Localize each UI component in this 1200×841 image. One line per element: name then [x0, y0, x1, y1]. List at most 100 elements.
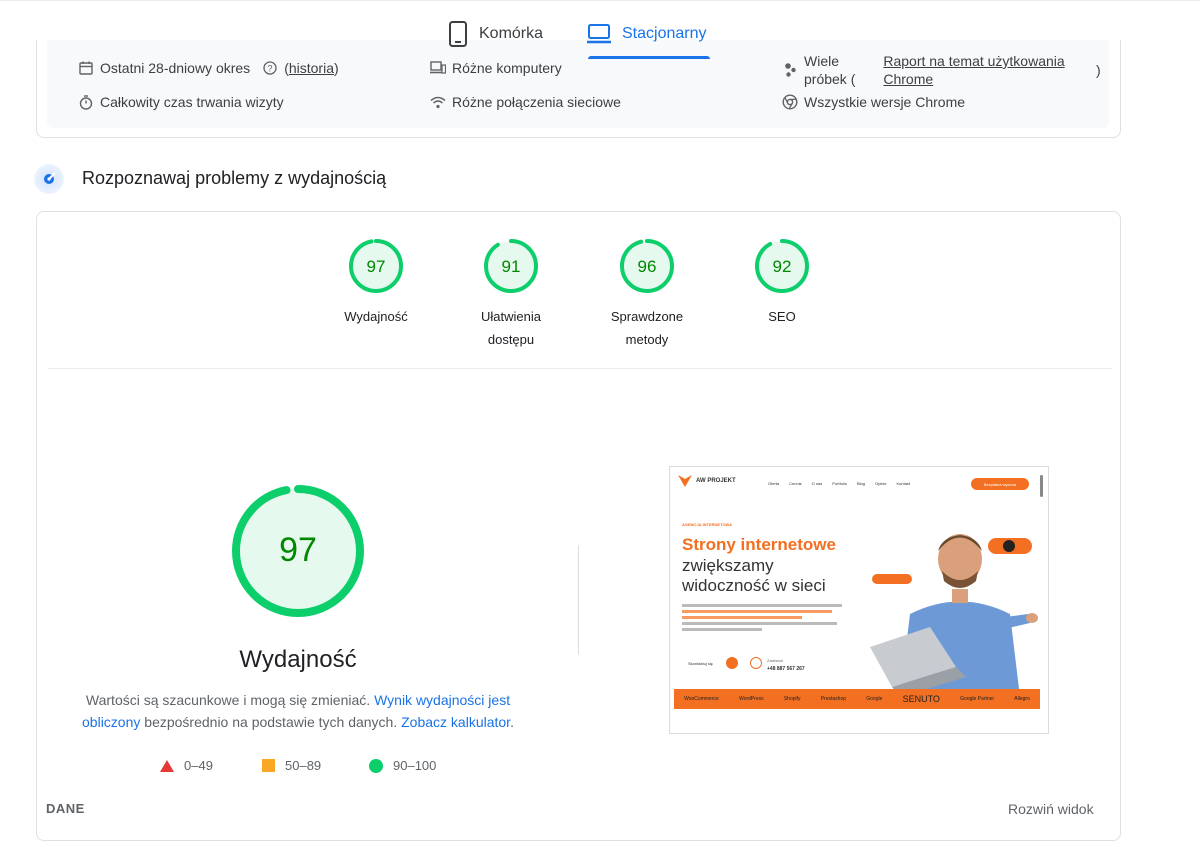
green-circle-icon [369, 758, 383, 773]
main-score-value: 97 [279, 531, 317, 569]
performance-main-gauge: 97 [232, 485, 364, 617]
red-triangle-icon [160, 759, 174, 772]
crux-link-line1[interactable]: Raport na temat użytkowania [883, 52, 1064, 70]
score-label: SEO [722, 305, 842, 328]
screenshot-nav-item: Cennik [789, 481, 802, 486]
period-text: Ostatni 28-dniowy okres [100, 60, 251, 76]
wifi-icon [430, 94, 446, 110]
screenshot-logo: AW PROJEKT [678, 475, 736, 487]
screenshot-cta: Bezpłatna wycena [971, 478, 1029, 490]
score-label-line2: metody [625, 332, 669, 347]
legend-fail-range: 0–49 [184, 758, 213, 773]
section-title: Rozpoznawaj problemy z wydajnością [82, 168, 387, 188]
tab-mobile-label: Komórka [479, 25, 544, 42]
vertical-divider [578, 545, 579, 655]
screenshot-headline: Strony internetowe [682, 535, 836, 554]
score-gauge-1[interactable]: 91 [483, 238, 539, 294]
laptop-icon [587, 24, 611, 44]
calendar-icon [78, 60, 94, 76]
score-value: 96 [638, 257, 657, 276]
score-label-line1: SEO [768, 309, 796, 324]
legend-pass: 90–100 [369, 758, 436, 773]
desc-text-2: bezpośrednio na podstawie tych danych. [144, 714, 398, 730]
active-tab-indicator [588, 56, 710, 59]
score-label: Wydajność [316, 305, 436, 328]
samples-suffix: ) [1096, 62, 1101, 78]
crux-report-link[interactable]: Raport na temat użytkowania Chrome [883, 52, 1064, 88]
devices-icon [430, 60, 446, 76]
screenshot-partner-logo: Google [866, 696, 883, 702]
screenshot-partner-logo: Prestashop [820, 696, 847, 702]
screenshot-partner-logo: WordPress [738, 696, 764, 702]
score-label-line1: Ułatwienia [481, 309, 541, 324]
help-icon[interactable]: ? [262, 60, 278, 76]
samples-info: Wiele próbek ( Raport na temat użytkowan… [782, 52, 1065, 88]
expand-view-button[interactable]: Rozwiń widok [1008, 801, 1094, 817]
score-gauge-0[interactable]: 97 [348, 238, 404, 294]
score-label: Sprawdzone metody [587, 305, 707, 351]
score-gauge-3[interactable]: 92 [754, 238, 810, 294]
score-label-line1: Wydajność [344, 309, 408, 324]
desc-text-1: Wartości są szacunkowe i mogą się zmieni… [85, 692, 371, 708]
screenshot-sub1: zwiększamy [682, 556, 774, 575]
screenshot-partner-logo: Allegro [1014, 696, 1030, 702]
calculator-link[interactable]: Zobacz kalkulator [401, 714, 510, 730]
desc-text-3: . [510, 714, 514, 730]
duration-text: Całkowity czas trwania wizyty [100, 94, 284, 110]
screenshot-partner-logo: SENUTO [902, 694, 940, 704]
score-value: 92 [773, 257, 792, 276]
samples-prefix-2: próbek ( [804, 71, 856, 87]
mobile-phone-icon [449, 21, 467, 47]
lab-data-icon [34, 164, 64, 194]
period-info: Ostatni 28-dniowy okres ? (historia) [78, 60, 339, 76]
screenshot-nav-item: Portfolio [832, 481, 847, 486]
screenshot-phone-icon [750, 657, 762, 669]
final-screenshot[interactable]: AW PROJEKT Oferta Cennik O nas Portfolio Blo… [669, 466, 1049, 734]
tab-desktop-label: Stacjonarny [622, 25, 707, 42]
chrome-versions-text: Wszystkie wersje Chrome [804, 94, 966, 110]
crux-link-line2[interactable]: Chrome [883, 70, 1064, 88]
screenshot-partner-logo: Shopify [783, 696, 801, 702]
screenshot-sub2: widoczność w sieci [682, 576, 826, 595]
data-heading: DANE [46, 801, 85, 816]
score-label-line1: Sprawdzone [610, 309, 684, 324]
score-value: 91 [502, 257, 521, 276]
svg-text:?: ? [268, 64, 273, 74]
legend-pass-range: 90–100 [393, 758, 437, 773]
screenshot-scrollbar [1040, 475, 1043, 497]
network-info: Różne połączenia sieciowe [430, 94, 621, 110]
screenshot-nav: Oferta Cennik O nas Portfolio Blog Opinie Kont… [768, 481, 910, 486]
screenshot-partner-logo: WooCommerce [684, 696, 719, 702]
tab-desktop[interactable]: Stacjonarny [586, 14, 707, 54]
divider [48, 368, 1112, 369]
screenshot-nav-item: O nas [811, 481, 823, 486]
score-gauge-2[interactable]: 96 [619, 238, 675, 294]
score-value: 97 [367, 257, 386, 276]
devices-info: Różne komputery [430, 60, 562, 76]
network-text: Różne połączenia sieciowe [452, 94, 621, 110]
score-label: Ułatwienia dostępu [451, 305, 571, 351]
score-label-line2: dostępu [487, 332, 535, 347]
screenshot-nav-item: Opinie [874, 481, 887, 486]
screenshot-nav-item: Blog [856, 481, 865, 486]
chrome-versions-info: Wszystkie wersje Chrome [782, 94, 965, 110]
samples-icon [782, 62, 798, 78]
score-description: Wartości są szacunkowe i mogą się zmieni… [76, 689, 520, 733]
screenshot-arrow-button [726, 657, 738, 669]
legend-fail: 0–49 [160, 758, 213, 773]
history-link[interactable]: historia [289, 60, 334, 76]
screenshot-partners-bar: WooCommerce WordPress Shopify Prestashop Goo… [674, 689, 1040, 709]
screenshot-kicker: AGENCJA INTERNETOWA [682, 522, 733, 527]
stopwatch-icon [78, 94, 94, 110]
screenshot-hero-person [870, 534, 1038, 697]
devices-text: Różne komputery [452, 60, 562, 76]
screenshot-brand: AW PROJEKT [696, 478, 736, 484]
legend-average-range: 50–89 [285, 758, 322, 773]
legend-average: 50–89 [262, 758, 321, 773]
screenshot-nav-item: Oferta [768, 481, 780, 486]
main-score-label: Wydajność [239, 646, 357, 673]
chrome-icon [782, 94, 798, 110]
fox-logo-icon [678, 475, 692, 487]
tab-mobile[interactable]: Komórka [447, 14, 543, 54]
screenshot-body-text [682, 601, 852, 631]
